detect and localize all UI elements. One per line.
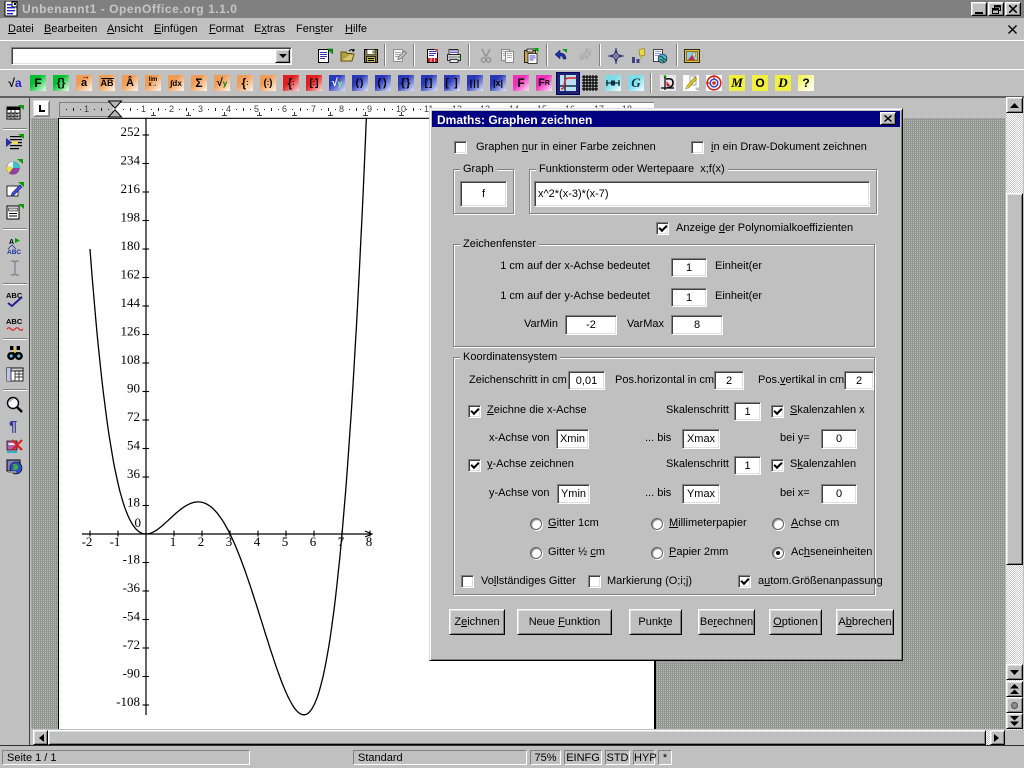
svg-text:90: 90 — [127, 381, 140, 396]
svg-text:234: 234 — [121, 153, 141, 168]
svg-text:-18: -18 — [123, 552, 140, 567]
svg-text:126: 126 — [121, 324, 141, 339]
svg-text:0: 0 — [135, 515, 142, 530]
svg-text:5: 5 — [282, 534, 289, 549]
svg-text:-36: -36 — [123, 580, 141, 595]
svg-text:-72: -72 — [123, 637, 140, 652]
svg-text:108: 108 — [121, 352, 141, 367]
svg-text:-1: -1 — [110, 534, 121, 549]
svg-text:144: 144 — [121, 295, 141, 310]
svg-text:2: 2 — [198, 534, 205, 549]
svg-text:72: 72 — [127, 409, 140, 424]
svg-text:6: 6 — [310, 534, 317, 549]
svg-text:7: 7 — [338, 534, 345, 549]
svg-text:54: 54 — [127, 438, 141, 453]
svg-text:18: 18 — [127, 495, 140, 510]
svg-text:216: 216 — [121, 181, 141, 196]
svg-text:3: 3 — [226, 534, 233, 549]
svg-text:-2: -2 — [82, 534, 93, 549]
svg-text:8: 8 — [366, 534, 373, 549]
svg-text:162: 162 — [121, 267, 141, 282]
svg-text:4: 4 — [254, 534, 261, 549]
svg-text:252: 252 — [121, 124, 141, 139]
svg-text:ABC: ABC — [7, 249, 21, 255]
svg-text:-90: -90 — [123, 666, 140, 681]
svg-text:36: 36 — [127, 466, 141, 481]
svg-text:-54: -54 — [123, 609, 141, 624]
svg-text:ABC: ABC — [6, 317, 23, 326]
svg-text:1: 1 — [170, 534, 177, 549]
svg-text:198: 198 — [121, 210, 141, 225]
svg-text:-108: -108 — [116, 694, 140, 709]
svg-text:180: 180 — [121, 238, 141, 253]
svg-text:¶: ¶ — [9, 418, 17, 435]
